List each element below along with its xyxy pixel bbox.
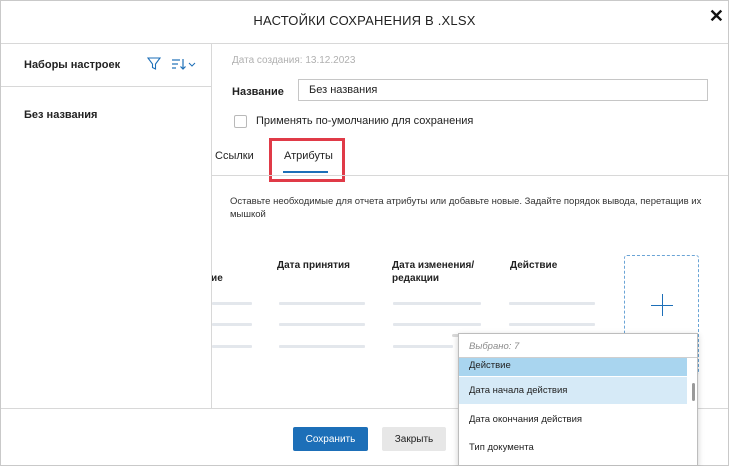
dropdown-scrollbar[interactable]	[692, 383, 695, 401]
column-header-name[interactable]: ние	[212, 272, 223, 285]
creation-date: Дата создания: 13.12.2023	[232, 55, 356, 66]
placeholder-line	[279, 345, 365, 348]
placeholder-line	[212, 323, 252, 326]
dropdown-item[interactable]: Тип документа	[459, 434, 687, 461]
dropdown-item-label: Дата начала действия	[469, 385, 568, 396]
attributes-dropdown: Выбрано: 7 Действие Дата начала действия…	[458, 333, 698, 466]
attributes-hint: Оставьте необходимые для отчета атрибуты…	[230, 196, 702, 220]
placeholder-line	[509, 302, 595, 305]
column-header-action[interactable]: Действие	[510, 259, 557, 272]
column-header-change-date[interactable]: Дата изменения/ редакции	[392, 259, 492, 285]
placeholder-line	[393, 323, 481, 326]
default-checkbox[interactable]	[234, 115, 247, 128]
dropdown-selected-count[interactable]: Выбрано: 7	[459, 334, 697, 358]
default-checkbox-label: Применять по-умолчанию для сохранения	[256, 115, 474, 127]
placeholder-line	[212, 302, 252, 305]
tabs-divider	[212, 175, 728, 176]
plus-icon-vertical	[662, 294, 663, 316]
placeholder-line	[509, 323, 595, 326]
sidebar-header: Наборы настроек	[1, 44, 211, 87]
dropdown-item-label: Тип документа	[469, 442, 534, 453]
name-label: Название	[232, 86, 284, 98]
dropdown-item-label: Действие	[469, 360, 511, 371]
settings-sets-sidebar: Наборы настроек Без названия	[1, 44, 212, 408]
filter-icon[interactable]	[147, 57, 161, 71]
dialog-title: НАСТОЙКИ СОХРАНЕНИЯ В .XLSX	[253, 13, 476, 28]
sidebar-title: Наборы настроек	[24, 59, 121, 71]
placeholder-line	[279, 302, 365, 305]
sidebar-item-untitled[interactable]: Без названия	[24, 109, 97, 121]
save-button[interactable]: Сохранить	[293, 427, 368, 451]
column-header-acceptance-date[interactable]: Дата принятия	[277, 259, 350, 272]
dropdown-item-label: Дата окончания действия	[469, 414, 583, 425]
selected-count-text: Выбрано: 7	[469, 341, 520, 352]
placeholder-line	[393, 302, 481, 305]
dropdown-item[interactable]: Действие	[459, 358, 687, 376]
close-icon[interactable]: ✕	[709, 7, 724, 25]
dialog-titlebar: НАСТОЙКИ СОХРАНЕНИЯ В .XLSX ✕	[1, 1, 728, 44]
close-button[interactable]: Закрыть	[382, 427, 446, 451]
placeholder-line	[279, 323, 365, 326]
tab-links[interactable]: Ссылки	[215, 150, 254, 162]
sort-icon[interactable]	[171, 57, 197, 71]
placeholder-line	[212, 345, 252, 348]
placeholder-line	[393, 345, 453, 348]
dropdown-item[interactable]: Дата окончания действия	[459, 406, 687, 433]
dropdown-item[interactable]: Дата начала действия	[459, 377, 687, 404]
name-input[interactable]	[298, 79, 708, 101]
